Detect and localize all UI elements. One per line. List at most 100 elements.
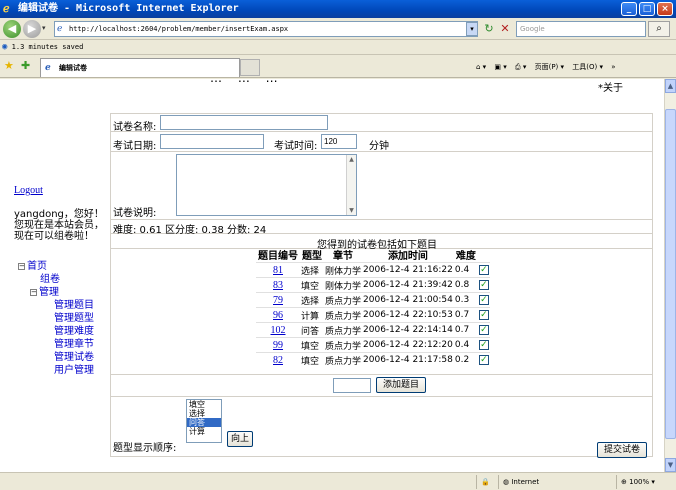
status-bar: 🔒 ◍ Internet ⊕ 100% ▾ — [0, 472, 676, 490]
question-type-order-list[interactable]: 填空 选择 问答 计算 — [186, 399, 222, 443]
question-type: 计算 — [300, 307, 324, 323]
question-id-link[interactable]: 102 — [271, 325, 286, 336]
question-difficulty: 0.3 — [453, 292, 478, 308]
stop-icon[interactable]: ✕ — [498, 21, 512, 37]
address-input[interactable]: ℯ http://localhost:2604/problem/member/i… — [54, 21, 478, 37]
tree-item-link[interactable]: 管理题型 — [54, 313, 94, 324]
select-cell: ✓ — [477, 277, 490, 293]
logout-link[interactable]: Logout — [14, 185, 43, 196]
top-right-link[interactable]: *关于 — [598, 79, 623, 94]
question-checkbox[interactable]: ✓ — [478, 280, 489, 290]
collapse-icon[interactable]: − — [18, 263, 25, 270]
add-question-input[interactable] — [333, 378, 371, 393]
question-type: 填空 — [300, 352, 324, 368]
select-cell: ✓ — [477, 352, 490, 368]
scroll-up-icon[interactable]: ▲ — [665, 79, 676, 93]
scroll-thumb[interactable] — [665, 109, 676, 439]
home-button[interactable]: ⌂ ▾ — [476, 63, 486, 71]
timer-icon: ◉ — [2, 42, 8, 52]
question-id-link[interactable]: 99 — [273, 340, 283, 351]
back-button[interactable]: ◀ — [3, 20, 21, 38]
order-option[interactable]: 选择 — [187, 409, 221, 418]
col-header-type: 题型 — [302, 251, 322, 262]
exam-date-input[interactable] — [160, 134, 264, 149]
vertical-scrollbar[interactable]: ▲ ▼ — [664, 79, 676, 472]
order-option[interactable]: 填空 — [187, 400, 221, 409]
col-header-id: 题目编号 — [258, 251, 298, 262]
order-option[interactable]: 计算 — [187, 427, 221, 436]
tree-item[interactable]: 用户管理 — [54, 365, 94, 377]
history-dropdown-icon[interactable]: ▾ — [42, 24, 46, 32]
favorites-star-icon[interactable]: ★ — [4, 60, 14, 72]
question-checkbox[interactable]: ✓ — [478, 265, 489, 275]
tree-manage-link[interactable]: 管理 — [39, 287, 59, 298]
page-content: … … … *关于 Logout yangdong，您好！您现在是本站会员，现在… — [0, 79, 664, 472]
question-id-link[interactable]: 83 — [273, 280, 283, 291]
question-id-link[interactable]: 81 — [273, 265, 283, 276]
tree-item[interactable]: 管理章节 — [54, 339, 94, 351]
tree-home[interactable]: − 首页 — [18, 261, 47, 273]
add-favorite-icon[interactable]: ✚ — [21, 60, 30, 72]
add-question-button[interactable]: 添加题目 — [376, 377, 426, 393]
tree-home-link[interactable]: 首页 — [27, 261, 47, 272]
exam-time-input[interactable]: 120 — [321, 134, 357, 149]
scroll-up-icon[interactable]: ▲ — [347, 155, 356, 164]
select-cell: ✓ — [477, 307, 490, 323]
minimize-button[interactable]: _ — [621, 2, 637, 16]
collapse-icon[interactable]: − — [30, 289, 37, 296]
question-id-link[interactable]: 82 — [273, 355, 283, 366]
question-checkbox[interactable]: ✓ — [478, 295, 489, 305]
tree-item[interactable]: 管理题型 — [54, 313, 94, 325]
zoom-control[interactable]: ⊕ 100% ▾ — [616, 475, 674, 489]
search-icon[interactable]: ⌕ — [648, 21, 670, 37]
textarea-scrollbar[interactable]: ▲ ▼ — [346, 155, 356, 215]
feeds-button[interactable]: ▣ ▾ — [494, 63, 506, 71]
submit-exam-button[interactable]: 提交试卷 — [597, 442, 647, 458]
tree-item[interactable]: 管理题目 — [54, 300, 94, 312]
col-header-time: 添加时间 — [387, 251, 428, 262]
tools-menu[interactable]: 工具(O) ▾ — [572, 63, 603, 71]
question-id-link[interactable]: 96 — [273, 310, 283, 321]
description-textarea[interactable]: ▲ ▼ — [176, 154, 357, 216]
tree-item-link[interactable]: 管理难度 — [54, 326, 94, 337]
question-type: 选择 — [300, 262, 324, 278]
table-row: 79 选择 质点力学 2006-12-4 21:00:54 0.3 ✓ — [256, 292, 490, 308]
scroll-down-icon[interactable]: ▼ — [347, 206, 356, 215]
zone-indicator: ◍ Internet — [498, 475, 612, 489]
maximize-button[interactable]: □ — [639, 2, 655, 16]
page-menu[interactable]: 页面(P) ▾ — [535, 63, 564, 71]
tree-item[interactable]: 管理试卷 — [54, 352, 94, 364]
exam-date-label: 考试日期: — [113, 141, 157, 152]
scroll-down-icon[interactable]: ▼ — [665, 458, 676, 472]
question-checkbox[interactable]: ✓ — [478, 340, 489, 350]
address-dropdown-icon[interactable]: ▾ — [466, 22, 478, 36]
tree-item-link[interactable]: 管理题目 — [54, 300, 94, 311]
search-input[interactable]: Google — [516, 21, 646, 37]
new-tab-button[interactable] — [240, 59, 260, 76]
question-type: 填空 — [300, 277, 324, 293]
forward-button[interactable]: ▶ — [23, 20, 41, 38]
tree-item-link[interactable]: 管理试卷 — [54, 352, 94, 363]
question-checkbox[interactable]: ✓ — [478, 355, 489, 366]
question-id-cell: 96 — [256, 307, 300, 323]
table-row: 96 计算 质点力学 2006-12-4 22:10:53 0.7 ✓ — [256, 307, 490, 323]
tab-edit-exam[interactable]: ℯ 编辑试卷 — [40, 58, 240, 77]
tree-manage[interactable]: − 管理 — [30, 287, 59, 299]
more-commands[interactable]: » — [611, 63, 615, 71]
question-id-link[interactable]: 79 — [273, 295, 283, 306]
move-up-button[interactable]: 向上 — [227, 431, 253, 447]
close-button[interactable]: × — [657, 2, 673, 16]
exam-name-input[interactable] — [160, 115, 328, 130]
order-option-selected[interactable]: 问答 — [187, 418, 221, 427]
tree-item-link[interactable]: 用户管理 — [54, 365, 94, 376]
print-button[interactable]: ⎙ ▾ — [515, 63, 526, 71]
question-time: 2006-12-4 21:39:42 — [362, 277, 454, 293]
question-checkbox[interactable]: ✓ — [478, 325, 489, 335]
tree-item-link[interactable]: 管理章节 — [54, 339, 94, 350]
tree-compose-link[interactable]: 组卷 — [40, 274, 60, 285]
question-checkbox[interactable]: ✓ — [478, 310, 489, 320]
question-id-cell: 83 — [256, 277, 300, 293]
tree-compose[interactable]: 组卷 — [40, 274, 60, 286]
tree-item[interactable]: 管理难度 — [54, 326, 94, 338]
refresh-icon[interactable]: ↻ — [482, 21, 496, 37]
